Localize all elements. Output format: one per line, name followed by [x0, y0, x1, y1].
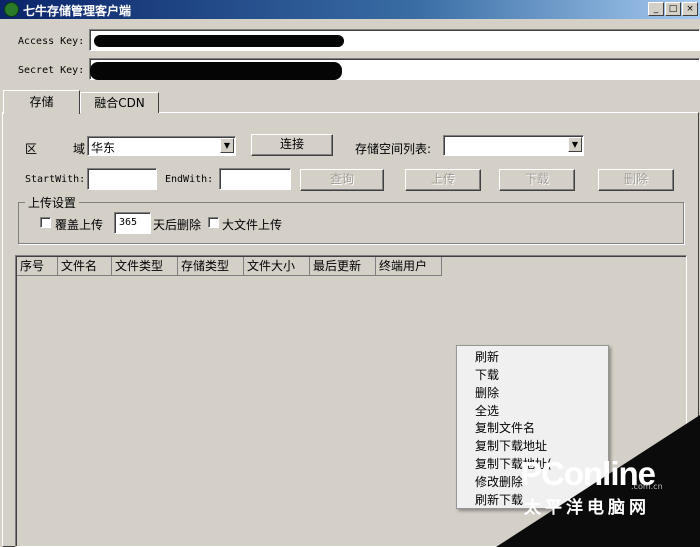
delete-button[interactable]: 删除: [598, 169, 674, 191]
chevron-down-icon[interactable]: ▼: [568, 137, 582, 152]
endwith-input[interactable]: [219, 168, 291, 190]
large-file-label: 大文件上传: [222, 218, 283, 232]
startwith-label: StartWith:: [25, 174, 86, 185]
minimize-button[interactable]: _: [648, 2, 664, 16]
query-button[interactable]: 查询: [300, 169, 384, 191]
tab-cdn[interactable]: 融合CDN: [80, 92, 159, 113]
column-header-lastupdate[interactable]: 最后更新: [310, 257, 376, 276]
maximize-button[interactable]: □: [665, 2, 681, 16]
region-label-b: 域: [73, 142, 86, 156]
region-select[interactable]: 华东 ▼: [87, 136, 236, 156]
connect-button[interactable]: 连接: [251, 134, 333, 156]
overwrite-checkbox[interactable]: [40, 217, 51, 228]
column-header-filetype[interactable]: 文件类型: [112, 257, 178, 276]
menu-item-refresh-download[interactable]: 刷新下载: [475, 491, 523, 509]
menu-item-modify-delete[interactable]: 修改删除: [475, 473, 523, 491]
startwith-input[interactable]: [87, 168, 157, 190]
menu-item-copy-filename[interactable]: 复制文件名: [475, 419, 535, 437]
window-title: 七牛存储管理客户端: [23, 4, 132, 18]
overwrite-label: 覆盖上传: [55, 218, 104, 232]
endwith-label: EndWith:: [165, 174, 214, 185]
menu-item-select-all[interactable]: 全选: [475, 402, 499, 420]
column-header-storagetype[interactable]: 存储类型: [178, 257, 244, 276]
secret-key-redaction: [90, 62, 342, 80]
upload-settings-legend: 上传设置: [25, 194, 80, 211]
watermark-chinese-name: 太平洋电脑网: [524, 498, 650, 518]
region-value: 华东: [91, 141, 116, 155]
chevron-down-icon[interactable]: ▼: [220, 138, 234, 153]
days-value: 365: [119, 217, 138, 228]
secret-key-label: Secret Key:: [18, 65, 85, 76]
menu-item-delete[interactable]: 删除: [475, 384, 499, 402]
secret-key-field[interactable]: [89, 58, 700, 80]
access-key-field[interactable]: [89, 29, 700, 51]
column-header-index[interactable]: 序号: [17, 257, 58, 276]
days-input[interactable]: 365: [114, 212, 151, 234]
download-button[interactable]: 下载: [499, 169, 575, 191]
days-suffix-label: 天后删除: [153, 218, 202, 232]
bucket-list-label: 存储空间列表:: [355, 142, 432, 156]
column-header-enduser[interactable]: 终端用户: [376, 257, 442, 276]
column-header-filesize[interactable]: 文件大小: [244, 257, 310, 276]
menu-item-copy-download-url[interactable]: 复制下载地址: [475, 437, 547, 455]
access-key-label: Access Key:: [18, 36, 85, 47]
watermark-domain: .com.cn: [631, 482, 663, 491]
tab-storage[interactable]: 存储: [3, 90, 80, 114]
region-label-a: 区: [25, 142, 38, 156]
close-button[interactable]: ×: [682, 2, 698, 16]
app-logo-icon: [4, 2, 19, 17]
menu-item-refresh[interactable]: 刷新: [475, 348, 499, 366]
bucket-select[interactable]: ▼: [443, 135, 584, 156]
column-header-filename[interactable]: 文件名: [58, 257, 112, 276]
menu-item-download[interactable]: 下载: [475, 366, 499, 384]
access-key-redaction: [94, 35, 344, 47]
large-file-checkbox[interactable]: [208, 217, 219, 228]
upload-button[interactable]: 上传: [405, 169, 481, 191]
